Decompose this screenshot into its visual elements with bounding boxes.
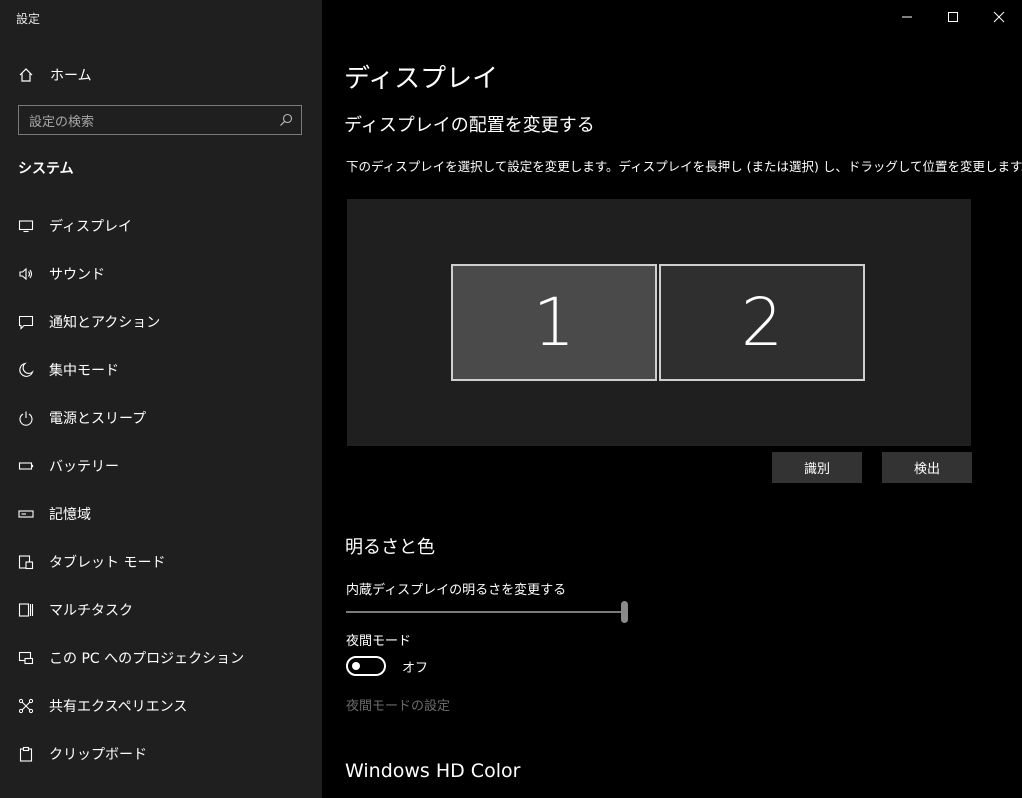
night-light-label: 夜間モード: [346, 634, 412, 649]
speaker-icon: [19, 267, 33, 281]
sidebar-item-focus[interactable]: 集中モード: [0, 346, 322, 394]
sidebar-item-sound[interactable]: サウンド: [0, 250, 322, 298]
projection-icon: [18, 651, 34, 665]
sidebar-item-label: 記憶域: [49, 507, 91, 523]
sidebar-item-label: 通知とアクション: [49, 315, 161, 331]
sidebar-item-label: この PC へのプロジェクション: [49, 651, 245, 667]
display-arrangement-area: 1 2: [347, 199, 971, 446]
sidebar-item-clipboard[interactable]: クリップボード: [0, 730, 322, 778]
night-light-settings-link[interactable]: 夜間モードの設定: [346, 695, 450, 714]
sidebar-item-label: ディスプレイ: [49, 219, 133, 235]
hd-color-heading: Windows HD Color: [345, 760, 521, 782]
night-light-toggle[interactable]: [346, 656, 386, 676]
sidebar-item-shared[interactable]: 共有エクスペリエンス: [0, 682, 322, 730]
identify-button[interactable]: 識別: [772, 452, 862, 483]
sidebar-nav: ディスプレイ サウンド 通知とアクション 集中モード 電源とスリープ バッテリー: [0, 202, 322, 778]
sidebar-item-label: マルチタスク: [49, 603, 133, 619]
toggle-knob: [352, 662, 360, 670]
search-icon: [280, 113, 293, 126]
sidebar-item-label: サウンド: [49, 267, 105, 283]
sidebar-item-storage[interactable]: 記憶域: [0, 490, 322, 538]
close-button[interactable]: [976, 0, 1022, 34]
search-input[interactable]: 設定の検索: [29, 111, 279, 130]
sidebar: 設定 ホーム 設定の検索 システム ディスプレイ サウンド 通知とアクション 集…: [0, 0, 322, 798]
sidebar-item-label: タブレット モード: [49, 555, 166, 571]
sidebar-item-tablet[interactable]: タブレット モード: [0, 538, 322, 586]
night-light-state: オフ: [402, 660, 429, 676]
night-light-row: オフ: [346, 656, 428, 676]
brightness-slider[interactable]: [346, 601, 628, 623]
battery-icon: [18, 462, 34, 470]
shared-experience-icon: [18, 698, 34, 714]
slider-thumb[interactable]: [621, 601, 628, 623]
arrange-heading: ディスプレイの配置を変更する: [344, 115, 595, 136]
sidebar-item-label: 集中モード: [49, 363, 119, 379]
minimize-button[interactable]: [884, 0, 930, 34]
maximize-icon: [948, 12, 958, 22]
sidebar-item-label: クリップボード: [49, 747, 147, 763]
maximize-button[interactable]: [930, 0, 976, 34]
monitor-1[interactable]: 1: [451, 264, 657, 381]
storage-icon: [18, 510, 34, 518]
notification-icon: [18, 315, 34, 330]
window-title: 設定: [16, 12, 41, 26]
sidebar-item-display[interactable]: ディスプレイ: [0, 202, 322, 250]
sidebar-item-battery[interactable]: バッテリー: [0, 442, 322, 490]
sidebar-item-power[interactable]: 電源とスリープ: [0, 394, 322, 442]
moon-icon: [19, 362, 34, 377]
caption-buttons: [884, 0, 1022, 34]
minimize-icon: [902, 16, 912, 18]
sidebar-item-notifications[interactable]: 通知とアクション: [0, 298, 322, 346]
close-icon: [993, 11, 1005, 23]
sidebar-item-projection[interactable]: この PC へのプロジェクション: [0, 634, 322, 682]
slider-track: [346, 611, 624, 613]
sidebar-item-label: バッテリー: [49, 459, 119, 475]
brightness-heading: 明るさと色: [345, 537, 435, 558]
sidebar-item-label: 共有エクスペリエンス: [49, 699, 188, 715]
home-icon: [19, 68, 33, 82]
sidebar-item-label: 電源とスリープ: [49, 411, 147, 427]
arrange-description: 下のディスプレイを選択して設定を変更します。ディスプレイを長押し (または選択)…: [346, 159, 1022, 174]
detect-button[interactable]: 検出: [882, 452, 972, 483]
tablet-icon: [18, 555, 34, 570]
clipboard-icon: [19, 746, 33, 762]
multitask-icon: [18, 603, 34, 617]
monitor-2[interactable]: 2: [659, 264, 865, 381]
monitor-icon: [18, 220, 34, 233]
main-content: ディスプレイ ディスプレイの配置を変更する 下のディスプレイを選択して設定を変更…: [322, 0, 1022, 798]
home-nav-item[interactable]: ホーム: [18, 64, 92, 86]
power-icon: [19, 411, 33, 426]
brightness-label: 内蔵ディスプレイの明るさを変更する: [346, 583, 567, 598]
category-heading: システム: [18, 161, 74, 177]
settings-window: 設定 ホーム 設定の検索 システム ディスプレイ サウンド 通知とアクション 集…: [0, 0, 1022, 798]
page-title: ディスプレイ: [344, 64, 499, 94]
sidebar-item-multitask[interactable]: マルチタスク: [0, 586, 322, 634]
home-label: ホーム: [50, 68, 92, 84]
search-box[interactable]: 設定の検索: [18, 105, 302, 135]
